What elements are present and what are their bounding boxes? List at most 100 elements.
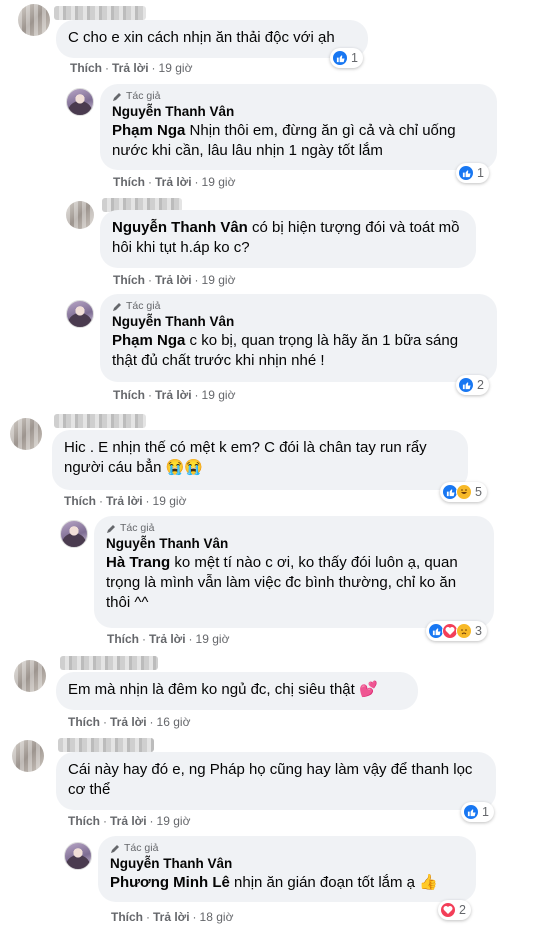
like-link[interactable]: Thích [70, 61, 102, 75]
comment-actions: Thích · Trả lời · 18 giờ [111, 910, 234, 924]
comment-bubble: C cho e xin cách nhịn ăn thải độc với ạh [56, 20, 368, 58]
comment-bubble: Hic . E nhịn thế có mệt k em? C đói là c… [52, 430, 468, 490]
reaction-count: 2 [459, 903, 466, 917]
reaction-summary[interactable]: 1 [456, 163, 489, 183]
like-icon [458, 377, 474, 393]
comment-bubble: Nguyễn Thanh Vân có bị hiện tượng đói và… [100, 210, 476, 268]
author-badge: Tác giả [110, 842, 464, 855]
love-icon [440, 902, 456, 918]
like-link[interactable]: Thích [68, 715, 100, 729]
reaction-count: 1 [482, 805, 489, 819]
comment-actions: Thích · Trả lời · 16 giờ [68, 715, 191, 729]
author-badge: Tác giả [106, 522, 482, 535]
reaction-count: 1 [477, 166, 484, 180]
like-link[interactable]: Thích [111, 910, 143, 924]
like-link[interactable]: Thích [64, 494, 96, 508]
comment-actions: Thích · Trả lời · 19 giờ [64, 494, 187, 508]
reaction-summary[interactable]: 5 [440, 482, 487, 502]
mention[interactable]: Phương Minh Lê [110, 874, 230, 891]
author-avatar[interactable] [66, 88, 94, 116]
commenter-name[interactable]: Nguyễn Thanh Vân [112, 313, 485, 331]
comment-bubble: Em mà nhịn là đêm ko ngủ đc, chị siêu th… [56, 672, 418, 710]
avatar[interactable] [14, 660, 46, 692]
comment-bubble: Tác giả Nguyễn Thanh Vân Hà Trang ko mệt… [94, 516, 494, 628]
comment-actions: Thích · Trả lời · 19 giờ [70, 61, 193, 75]
author-badge: Tác giả [112, 90, 485, 103]
reply-link[interactable]: Trả lời [155, 388, 192, 402]
reaction-count: 2 [477, 378, 484, 392]
pen-icon [113, 92, 121, 101]
like-link[interactable]: Thích [68, 814, 100, 828]
reaction-count: 1 [351, 51, 358, 65]
comment-text: Hic . E nhịn thế có mệt k em? C đói là c… [64, 439, 427, 476]
timestamp[interactable]: 19 giờ [202, 175, 236, 189]
like-icon [458, 165, 474, 181]
timestamp[interactable]: 16 giờ [157, 715, 191, 729]
like-icon [332, 50, 348, 66]
comment-text: Em mà nhịn là đêm ko ngủ đc, chị siêu th… [68, 681, 378, 698]
reaction-count: 3 [475, 624, 482, 638]
pen-icon [111, 844, 119, 853]
comment-bubble: Tác giả Nguyễn Thanh Vân Phạm Nga Nhịn t… [100, 84, 497, 170]
reply-link[interactable]: Trả lời [153, 910, 190, 924]
comment-text: nhịn ăn gián đoạn tốt lắm ạ 👍 [229, 874, 438, 891]
reaction-summary[interactable]: 1 [461, 802, 494, 822]
author-badge: Tác giả [112, 300, 485, 313]
commenter-name[interactable]: Nguyễn Thanh Vân [106, 535, 482, 553]
like-link[interactable]: Thích [113, 175, 145, 189]
blurred-name [60, 656, 158, 670]
avatar[interactable] [66, 201, 94, 229]
reaction-summary[interactable]: 1 [330, 48, 363, 68]
comment-bubble: Tác giả Nguyễn Thanh Vân Phương Minh Lê … [98, 836, 476, 902]
timestamp[interactable]: 19 giờ [153, 494, 187, 508]
author-avatar[interactable] [60, 520, 88, 548]
timestamp[interactable]: 18 giờ [200, 910, 234, 924]
avatar[interactable] [12, 740, 44, 772]
mention[interactable]: Phạm Nga [112, 332, 185, 349]
comment-text: Cái này hay đó e, ng Pháp họ cũng hay là… [68, 761, 473, 798]
reply-link[interactable]: Trả lời [110, 715, 147, 729]
pen-icon [107, 524, 115, 533]
like-link[interactable]: Thích [113, 273, 145, 287]
comment-text: C cho e xin cách nhịn ăn thải độc với ạh [68, 29, 335, 46]
reaction-summary[interactable]: 2 [438, 900, 471, 920]
blurred-name [54, 6, 146, 20]
mention[interactable]: Nguyễn Thanh Vân [112, 219, 248, 236]
avatar[interactable] [18, 4, 50, 36]
comment-bubble: Tác giả Nguyễn Thanh Vân Phạm Nga c ko b… [100, 294, 497, 382]
sad-icon [456, 623, 472, 639]
comment-actions: Thích · Trả lời · 19 giờ [113, 175, 236, 189]
reply-link[interactable]: Trả lời [155, 175, 192, 189]
mention[interactable]: Hà Trang [106, 554, 170, 571]
timestamp[interactable]: 19 giờ [159, 61, 193, 75]
timestamp[interactable]: 19 giờ [196, 632, 230, 646]
commenter-name[interactable]: Nguyễn Thanh Vân [112, 103, 485, 121]
reaction-summary[interactable]: 3 [426, 621, 487, 641]
blurred-name [54, 414, 146, 428]
comment-bubble: Cái này hay đó e, ng Pháp họ cũng hay là… [56, 752, 496, 810]
reply-link[interactable]: Trả lời [155, 273, 192, 287]
author-avatar[interactable] [64, 842, 92, 870]
reply-link[interactable]: Trả lời [110, 814, 147, 828]
commenter-name[interactable]: Nguyễn Thanh Vân [110, 855, 464, 873]
pen-icon [113, 302, 121, 311]
comment-actions: Thích · Trả lời · 19 giờ [113, 273, 236, 287]
reaction-summary[interactable]: 2 [456, 375, 489, 395]
comment-actions: Thích · Trả lời · 19 giờ [68, 814, 191, 828]
blurred-name [58, 738, 154, 752]
timestamp[interactable]: 19 giờ [202, 273, 236, 287]
mention[interactable]: Phạm Nga [112, 122, 185, 139]
avatar[interactable] [10, 418, 42, 450]
comment-actions: Thích · Trả lời · 19 giờ [113, 388, 236, 402]
author-avatar[interactable] [66, 300, 94, 328]
like-icon [463, 804, 479, 820]
timestamp[interactable]: 19 giờ [202, 388, 236, 402]
reply-link[interactable]: Trả lời [112, 61, 149, 75]
like-link[interactable]: Thích [113, 388, 145, 402]
like-link[interactable]: Thích [107, 632, 139, 646]
reply-link[interactable]: Trả lời [149, 632, 186, 646]
timestamp[interactable]: 19 giờ [157, 814, 191, 828]
reaction-count: 5 [475, 485, 482, 499]
haha-icon [456, 484, 472, 500]
reply-link[interactable]: Trả lời [106, 494, 143, 508]
